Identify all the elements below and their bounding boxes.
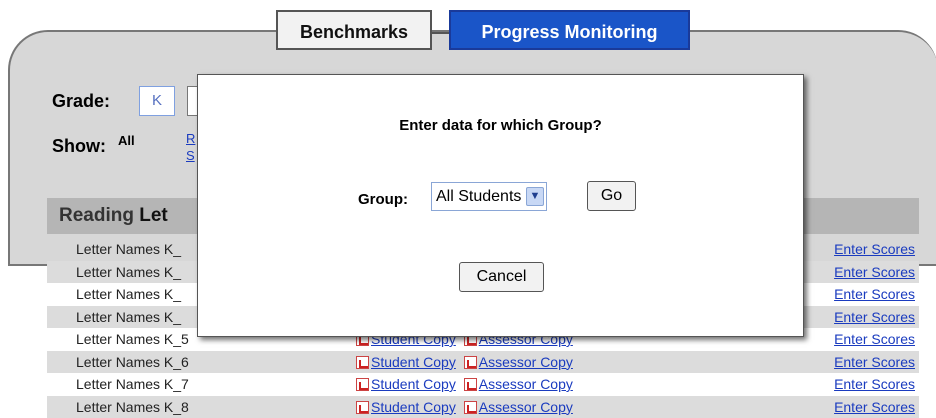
item-name: Letter Names K_ (76, 261, 181, 284)
enter-scores-link[interactable]: Enter Scores (834, 373, 915, 396)
cancel-button[interactable]: Cancel (459, 262, 544, 292)
enter-scores-link[interactable]: Enter Scores (834, 306, 915, 329)
assessor-copy-link[interactable]: Assessor Copy (479, 399, 573, 415)
enter-scores-link[interactable]: Enter Scores (834, 261, 915, 284)
assessor-copy-link[interactable]: Assessor Copy (479, 376, 573, 392)
enter-scores-link[interactable]: Enter Scores (834, 283, 915, 306)
group-select[interactable]: All Students ▼ (431, 182, 547, 211)
tab-benchmarks[interactable]: Benchmarks (276, 10, 432, 50)
grade-label: Grade: (52, 91, 110, 112)
show-filter-link-s[interactable]: S (186, 148, 195, 163)
item-name: Letter Names K_ (76, 283, 181, 306)
go-button[interactable]: Go (587, 181, 636, 211)
item-name: Letter Names K_7 (76, 373, 189, 396)
pdf-icon (356, 356, 369, 369)
item-name: Letter Names K_ (76, 306, 181, 329)
item-name: Letter Names K_6 (76, 351, 189, 374)
item-name: Letter Names K_8 (76, 396, 189, 418)
show-label: Show: (52, 136, 106, 157)
item-name: Letter Names K_5 (76, 328, 189, 351)
enter-scores-link[interactable]: Enter Scores (834, 396, 915, 418)
list-item: Letter Names K_8 Student Copy Assessor C… (47, 396, 919, 418)
show-filter-link-r[interactable]: R (186, 131, 195, 146)
group-selected-value: All Students (436, 188, 521, 205)
pdf-icon (464, 401, 477, 414)
group-label: Group: (358, 191, 408, 208)
show-all-filter[interactable]: All (118, 133, 135, 148)
dialog-title: Enter data for which Group? (198, 117, 803, 134)
pdf-icon (464, 356, 477, 369)
list-item: Letter Names K_6 Student Copy Assessor C… (47, 351, 919, 374)
pdf-icon (356, 378, 369, 391)
student-copy-link[interactable]: Student Copy (371, 376, 456, 392)
tab-progress-monitoring[interactable]: Progress Monitoring (449, 10, 690, 50)
enter-scores-link[interactable]: Enter Scores (834, 238, 915, 261)
student-copy-link[interactable]: Student Copy (371, 354, 456, 370)
section-title-prefix: Reading (59, 205, 134, 226)
chevron-down-icon[interactable]: ▼ (526, 187, 544, 206)
copy-links: Student Copy Assessor Copy (356, 373, 577, 396)
enter-scores-link[interactable]: Enter Scores (834, 351, 915, 374)
tab-divider (432, 32, 449, 34)
pdf-icon (356, 401, 369, 414)
enter-scores-link[interactable]: Enter Scores (834, 328, 915, 351)
section-title-rest: Let (139, 205, 168, 226)
item-name: Letter Names K_ (76, 238, 181, 261)
group-dialog: Enter data for which Group? Group: All S… (197, 74, 804, 337)
assessor-copy-link[interactable]: Assessor Copy (479, 354, 573, 370)
pdf-icon (464, 378, 477, 391)
grade-select[interactable]: K (139, 86, 175, 116)
student-copy-link[interactable]: Student Copy (371, 399, 456, 415)
copy-links: Student Copy Assessor Copy (356, 396, 577, 418)
copy-links: Student Copy Assessor Copy (356, 351, 577, 374)
list-item: Letter Names K_7 Student Copy Assessor C… (47, 373, 919, 396)
